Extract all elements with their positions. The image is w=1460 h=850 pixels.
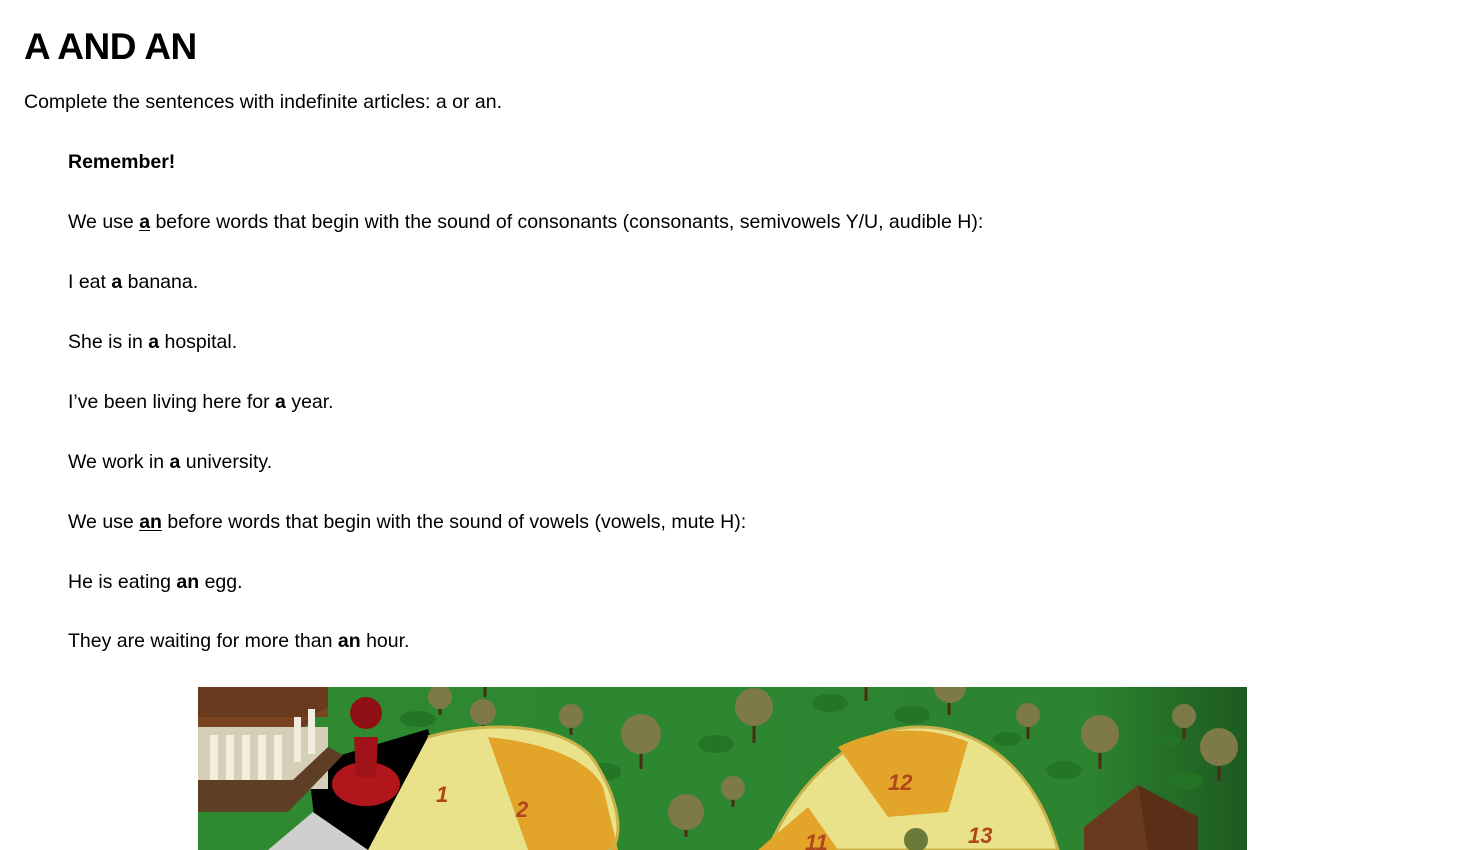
example-sentence: She is in a hospital.: [68, 331, 238, 353]
example-sentence: He is eating an egg.: [68, 571, 243, 593]
square-number: 11: [805, 830, 828, 850]
article-a: a: [139, 211, 151, 233]
rule-a: We use a before words that begin with th…: [68, 211, 984, 233]
example-sentence: We work in a university.: [68, 451, 273, 473]
example-sentence: I’ve been living here for a year.: [68, 391, 334, 413]
square-number: 13: [968, 823, 992, 848]
square-number: 12: [888, 770, 913, 795]
square-number: 2: [515, 797, 529, 822]
square-number: 1: [436, 782, 448, 807]
page-title: A AND AN: [24, 26, 197, 67]
rule-an: We use an before words that begin with t…: [68, 511, 747, 533]
instructions: Complete the sentences with indefinite a…: [24, 91, 503, 113]
example-sentence: They are waiting for more than an hour.: [68, 630, 410, 652]
board-game-illustration: 1 2 11 12 13: [198, 687, 1247, 850]
example-sentence: I eat a banana.: [68, 271, 199, 293]
article-an: an: [139, 511, 162, 533]
remember-heading: Remember!: [68, 151, 176, 173]
